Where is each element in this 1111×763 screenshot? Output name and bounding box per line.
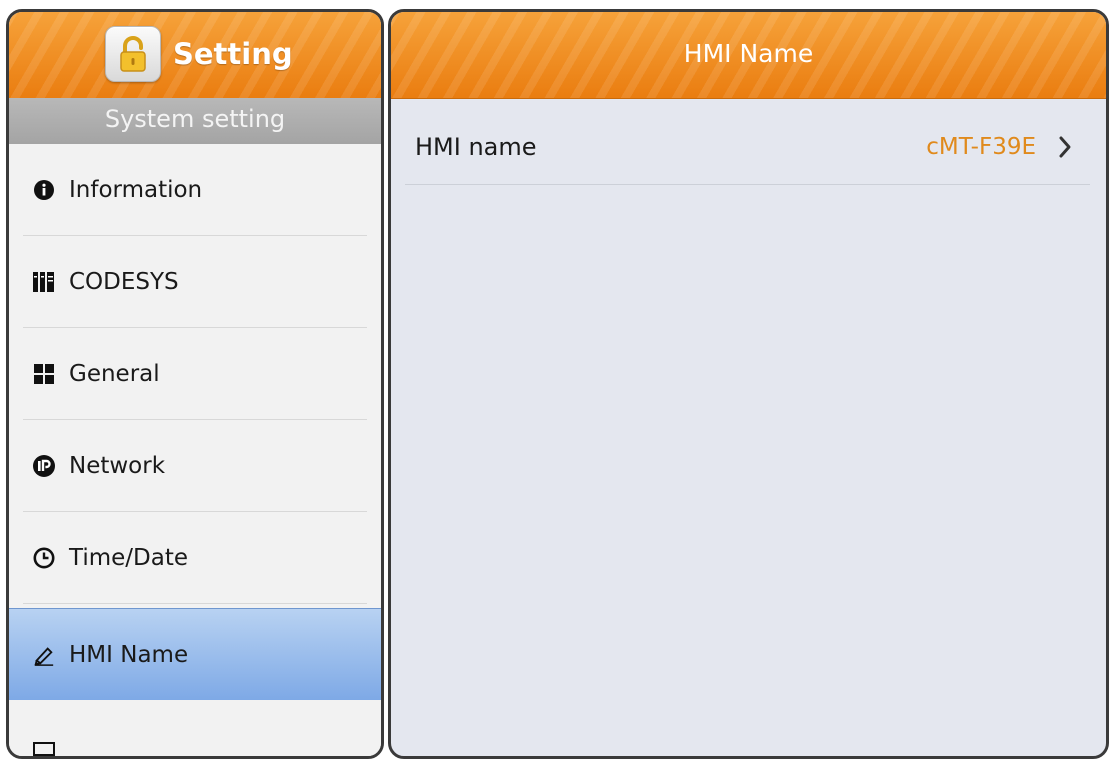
clock-icon: [33, 547, 55, 569]
brand: Setting: [105, 18, 293, 90]
hmi-name-row[interactable]: HMI name cMT-F39E: [405, 110, 1090, 185]
library-books-icon: [33, 271, 55, 293]
app-title: Setting: [173, 37, 293, 71]
sidebar-item-label: Network: [69, 453, 166, 479]
pencil-icon: [33, 644, 55, 666]
page-title: HMI Name: [683, 39, 814, 68]
sidebar-item-label: General: [69, 361, 160, 387]
screen-icon: [33, 739, 55, 756]
sidebar-item-label: Time/Date: [69, 545, 189, 571]
grid-squares-icon: [33, 363, 55, 385]
sidebar-header: Setting: [9, 12, 381, 99]
section-header: System setting: [9, 98, 381, 144]
sidebar-item-network[interactable]: Network: [9, 420, 381, 512]
sidebar-item-hmi-name[interactable]: HMI Name: [9, 608, 381, 700]
sidebar-item-partial[interactable]: [9, 700, 381, 756]
content-header: HMI Name: [391, 12, 1106, 99]
sidebar-item-label: HMI Name: [69, 641, 189, 668]
hmi-name-value: cMT-F39E: [926, 134, 1036, 160]
chevron-right-icon[interactable]: [1052, 132, 1078, 162]
divider: [23, 603, 367, 604]
hmi-name-label: HMI name: [415, 133, 537, 161]
unlocked-padlock-icon: [120, 36, 146, 72]
sidebar-item-label: CODESYS: [69, 269, 179, 295]
sidebar-item-label: Information: [69, 177, 203, 203]
content-panel: HMI Name HMI name cMT-F39E: [388, 9, 1109, 759]
sidebar-menu: Information CODESYS General Network Time…: [9, 144, 381, 756]
sidebar-item-codesys[interactable]: CODESYS: [9, 236, 381, 328]
sidebar-item-general[interactable]: General: [9, 328, 381, 420]
info-circle-icon: [33, 179, 55, 201]
lock-button[interactable]: [105, 26, 161, 82]
ip-circle-icon: [33, 455, 55, 477]
sidebar-item-time-date[interactable]: Time/Date: [9, 512, 381, 604]
settings-sidebar-panel: Setting System setting Information CODES…: [6, 9, 384, 759]
sidebar-item-information[interactable]: Information: [9, 144, 381, 236]
